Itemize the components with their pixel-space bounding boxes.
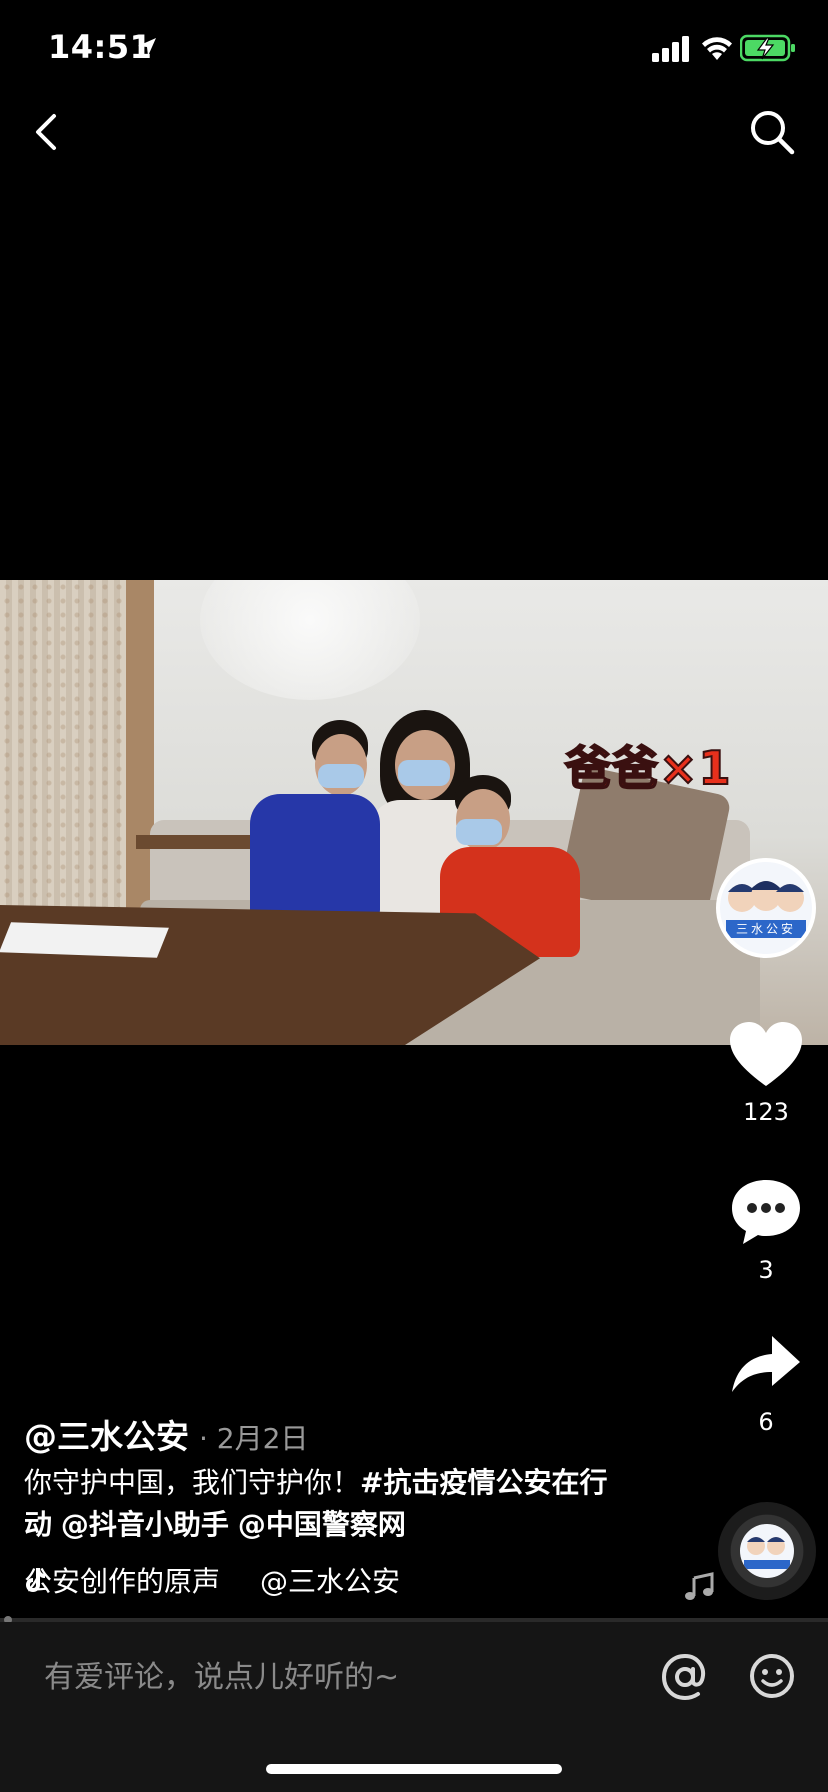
music-title: 公安创作的原声 — [24, 1565, 221, 1598]
comment-button[interactable]: 3 — [720, 1176, 812, 1284]
comment-count: 3 — [758, 1256, 774, 1284]
police-figures-icon — [744, 1537, 790, 1569]
at-sign-icon — [661, 1653, 705, 1701]
caption-mention[interactable]: @抖音小助手 — [61, 1508, 229, 1541]
back-button[interactable] — [28, 108, 68, 156]
post-caption: 你守护中国，我们守护你！#抗击疫情公安在行动 @抖音小助手 @中国警察网 — [24, 1462, 624, 1546]
search-button[interactable] — [748, 108, 796, 156]
author-avatar[interactable]: 三水公安 — [716, 858, 816, 958]
floating-music-note-icon — [685, 1572, 714, 1600]
police-avatar-image: 三水公安 — [720, 862, 812, 954]
share-arrow-icon — [732, 1336, 800, 1392]
share-count: 6 — [758, 1408, 774, 1436]
music-disc[interactable] — [718, 1502, 816, 1600]
emoji-button[interactable] — [748, 1652, 796, 1700]
caption-text: 你守护中国，我们守护你！ — [24, 1466, 361, 1499]
like-count: 123 — [743, 1098, 789, 1126]
search-icon — [751, 111, 795, 155]
video-overlay-text: 爸爸×1 — [564, 740, 732, 796]
caption-mention[interactable]: @中国警察网 — [238, 1508, 406, 1541]
battery-charging-icon — [740, 34, 795, 62]
music-marquee[interactable]: 公安创作的原声 @三水公安 — [24, 1560, 444, 1600]
mention-button[interactable] — [660, 1652, 710, 1702]
music-author: @三水公安 — [260, 1565, 401, 1598]
comment-input[interactable] — [44, 1652, 604, 1702]
home-indicator[interactable] — [266, 1764, 562, 1774]
video-player[interactable]: 爸爸×1 — [0, 580, 828, 1045]
avatar-text: 三水公安 — [726, 920, 806, 938]
share-button[interactable]: 6 — [720, 1332, 812, 1436]
person-boy — [230, 720, 380, 920]
location-arrow-icon — [138, 38, 156, 56]
author-name[interactable]: @三水公安 — [24, 1417, 189, 1456]
chevron-left-icon — [36, 114, 56, 150]
smiley-icon — [750, 1654, 794, 1698]
post-date: · 2月2日 — [199, 1422, 309, 1455]
music-disc-cover — [740, 1524, 794, 1578]
police-figures-icon — [728, 881, 804, 912]
wifi-icon — [702, 37, 732, 60]
author-line: @三水公安 · 2月2日 — [24, 1410, 308, 1458]
curtain — [0, 580, 126, 925]
like-button[interactable]: 123 — [720, 1020, 812, 1126]
paper-sheet — [0, 922, 169, 958]
signal-bars-icon — [652, 36, 689, 62]
wall-light — [200, 580, 420, 700]
heart-icon — [730, 1022, 802, 1086]
status-bar: 14:51 — [0, 0, 828, 100]
comment-bubble-icon — [732, 1180, 800, 1244]
